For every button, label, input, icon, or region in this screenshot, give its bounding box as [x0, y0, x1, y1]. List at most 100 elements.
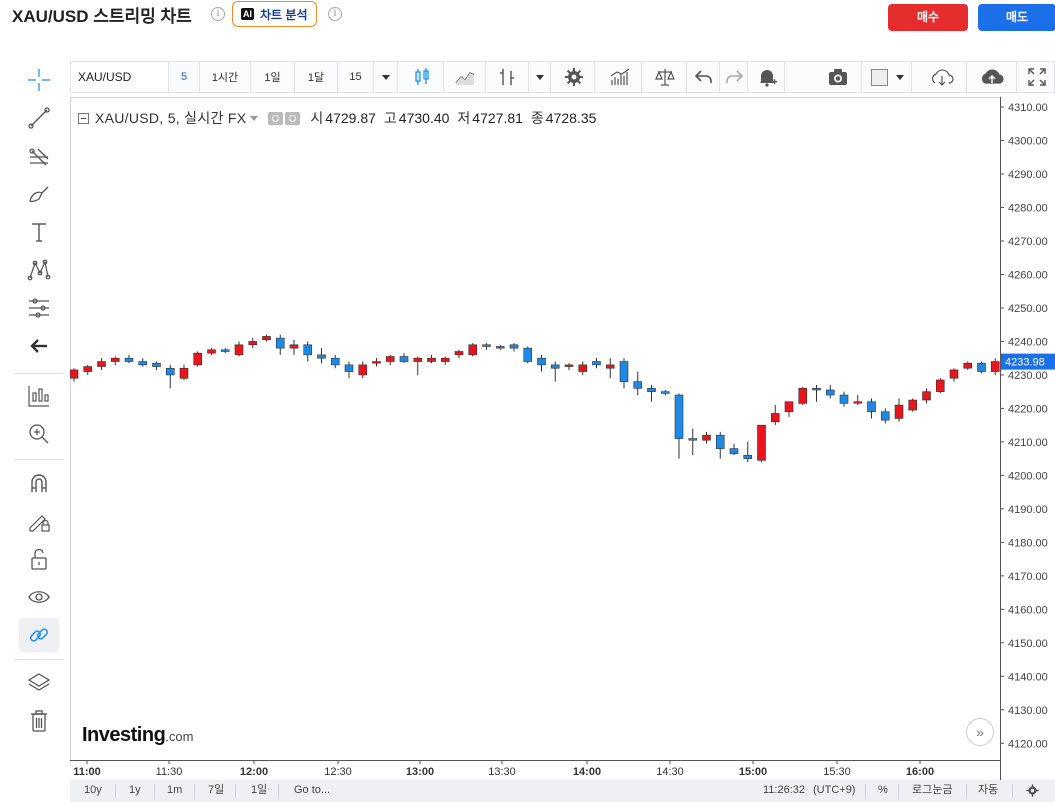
candle-body[interactable] — [908, 399, 918, 411]
candle-body[interactable] — [303, 344, 313, 356]
candle-body[interactable] — [564, 364, 574, 367]
candle-body[interactable] — [413, 357, 423, 362]
candle-body[interactable] — [633, 381, 643, 389]
candle-body[interactable] — [495, 346, 505, 349]
timezone-button[interactable]: (UTC+9) — [813, 780, 855, 802]
candle-body[interactable] — [454, 351, 464, 356]
range-1y-button[interactable]: 1y — [129, 780, 141, 802]
candle-body[interactable] — [660, 391, 670, 394]
candlestick-chart[interactable]: 4310.00 4300.00 4290.00 4280.00 4270.00 4260.… — [70, 97, 1055, 780]
range-1d-button[interactable]: 1일 — [251, 780, 267, 802]
text-icon[interactable] — [19, 216, 59, 248]
chart-type-dropdown[interactable] — [529, 62, 551, 92]
measure-icon[interactable] — [19, 380, 59, 412]
candle-body[interactable] — [592, 361, 601, 366]
candle-body[interactable] — [289, 344, 299, 349]
candle-body[interactable] — [605, 364, 615, 369]
log-scale-toggle[interactable]: 로그눈금 — [912, 780, 952, 802]
candle-body[interactable] — [165, 367, 175, 376]
candle-body[interactable] — [372, 361, 381, 364]
candle-body[interactable] — [234, 344, 244, 356]
candle-body[interactable] — [853, 401, 863, 404]
interval-1d-button[interactable]: 1일 — [251, 62, 295, 92]
candle-body[interactable] — [124, 357, 134, 362]
visibility-icon[interactable] — [268, 111, 284, 125]
color-square-icon[interactable] — [864, 62, 912, 92]
camera-icon[interactable] — [815, 62, 862, 92]
candle-body[interactable] — [207, 349, 216, 354]
candle-body[interactable] — [358, 364, 368, 376]
layers-icon[interactable] — [19, 667, 59, 699]
candle-body[interactable] — [248, 341, 258, 346]
settings-gear-icon[interactable] — [554, 62, 595, 92]
candle-body[interactable] — [509, 344, 519, 349]
trend-line-icon[interactable] — [19, 102, 59, 134]
candle-body[interactable] — [867, 401, 876, 413]
magnet-icon[interactable] — [19, 467, 59, 499]
candle-body[interactable] — [97, 361, 106, 367]
candle-body[interactable] — [152, 362, 161, 367]
candle-body[interactable] — [138, 361, 148, 366]
candle-body[interactable] — [330, 357, 340, 366]
interval-1mo-button[interactable]: 1달 — [295, 62, 338, 92]
candle-body[interactable] — [83, 366, 93, 372]
price-chart[interactable]: 4310.00 4300.00 4290.00 4280.00 4270.00 4260.… — [70, 97, 1055, 802]
candle-body[interactable] — [179, 367, 189, 379]
prediction-icon[interactable] — [19, 292, 59, 324]
scroll-to-latest-icon[interactable]: » — [966, 718, 994, 746]
indicator-icon[interactable] — [486, 62, 529, 92]
line-chart-icon[interactable] — [444, 62, 486, 92]
candle-body[interactable] — [935, 379, 945, 392]
candle-body[interactable] — [839, 394, 849, 404]
cloud-upload-icon[interactable] — [967, 62, 1017, 92]
candle-body[interactable] — [523, 347, 533, 362]
candle-body[interactable] — [715, 434, 725, 449]
percent-toggle[interactable]: % — [878, 780, 888, 802]
candle-body[interactable] — [468, 344, 478, 356]
redo-icon[interactable] — [720, 62, 748, 92]
candle-body[interactable] — [440, 357, 450, 362]
candle-body[interactable] — [110, 357, 120, 362]
candle-body[interactable] — [702, 434, 711, 441]
candle-body[interactable] — [825, 389, 835, 396]
candle-body[interactable] — [220, 349, 230, 352]
candle-body[interactable] — [963, 362, 973, 369]
chart-settings-icon[interactable] — [1025, 780, 1040, 802]
interval-dropdown-button[interactable] — [374, 62, 398, 92]
ai-chart-analysis-button[interactable]: AI 차트 분석 — [232, 1, 317, 27]
pattern-icon[interactable] — [19, 254, 59, 286]
symbol-input[interactable] — [71, 62, 169, 92]
zoom-in-icon[interactable] — [19, 418, 59, 450]
candle-body[interactable] — [578, 364, 588, 372]
goto-button[interactable]: Go to... — [294, 780, 330, 802]
bars-icon[interactable] — [598, 62, 642, 92]
interval-5-button[interactable]: 5 — [169, 62, 200, 92]
candle-body[interactable] — [688, 438, 698, 441]
candle-body[interactable] — [949, 369, 959, 379]
chevron-down-icon[interactable] — [250, 115, 259, 121]
candle-body[interactable] — [70, 369, 79, 379]
fullscreen-icon[interactable] — [1020, 62, 1054, 92]
info-icon[interactable]: i — [328, 7, 342, 21]
candle-body[interactable] — [784, 401, 794, 413]
alert-bell-icon[interactable] — [749, 62, 785, 92]
candle-body[interactable] — [619, 361, 629, 382]
candle-body[interactable] — [344, 364, 354, 372]
buy-button[interactable]: 매수 — [888, 4, 968, 31]
lock-pencil-icon[interactable] — [19, 505, 59, 537]
candle-body[interactable] — [262, 336, 271, 341]
collapse-legend-icon[interactable] — [78, 112, 89, 124]
candle-body[interactable] — [537, 357, 546, 366]
interval-15-button[interactable]: 15 — [338, 62, 374, 92]
info-icon[interactable]: i — [211, 7, 225, 21]
candle-body[interactable] — [757, 424, 766, 461]
candle-body[interactable] — [729, 448, 739, 454]
candles-icon[interactable] — [401, 62, 444, 92]
cloud-download-icon[interactable] — [917, 62, 967, 92]
candle-body[interactable] — [990, 361, 1000, 372]
candle-body[interactable] — [275, 337, 285, 349]
range-1m-button[interactable]: 1m — [167, 780, 182, 802]
fib-tool-icon[interactable] — [19, 140, 59, 172]
back-arrow-icon[interactable] — [19, 330, 59, 362]
interval-1h-button[interactable]: 1시간 — [200, 62, 251, 92]
